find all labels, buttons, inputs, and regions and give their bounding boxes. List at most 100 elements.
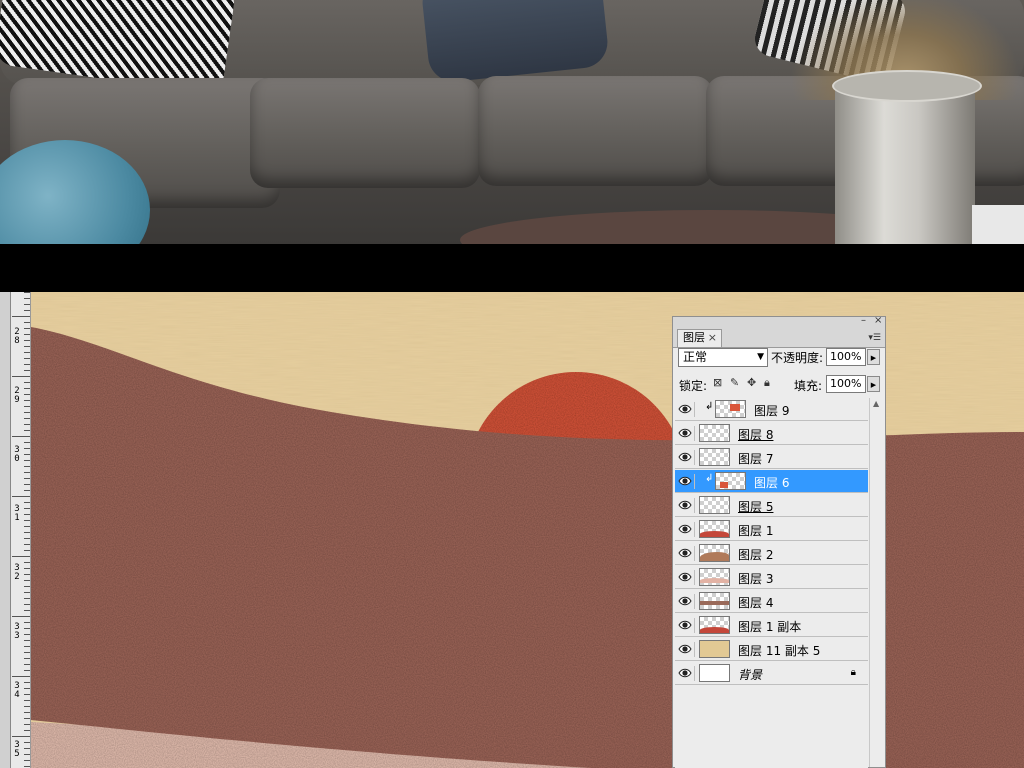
panel-title-bar[interactable]: – × [673, 315, 885, 329]
panel-tab-row: 图层 × ▾☰ [673, 329, 885, 348]
ruler-tick [24, 298, 30, 299]
layer-row[interactable]: 图层 7 [675, 446, 868, 469]
opacity-slider-button[interactable]: ▶ [867, 349, 880, 365]
minimize-button[interactable]: – [861, 315, 866, 326]
ruler-tick [24, 646, 30, 647]
layer-row[interactable]: 图层 1 [675, 518, 868, 541]
lock-move-icon[interactable]: ✥ [747, 376, 756, 389]
blend-mode-select[interactable]: 正常 ▼ [678, 348, 768, 367]
ruler-tick [24, 730, 30, 731]
layer-name[interactable]: 图层 8 [738, 426, 773, 443]
layer-row[interactable]: 图层 4 [675, 590, 868, 613]
layer-name[interactable]: 图层 1 副本 [738, 618, 801, 635]
layer-name[interactable]: 图层 7 [738, 450, 773, 467]
ruler-tick [24, 670, 30, 671]
ruler-tick [24, 430, 30, 431]
ruler-tick [24, 520, 30, 521]
layer-row[interactable]: ↲ 图层 9 [675, 398, 868, 421]
opacity-input[interactable]: 100% [826, 348, 866, 366]
fill-label: 填充: [794, 379, 823, 393]
layer-name[interactable]: 图层 1 [738, 522, 773, 539]
lock-buttons: ⊠ ✎ ✥ 🔒︎ [713, 376, 783, 390]
eye-icon[interactable] [678, 450, 695, 465]
layer-name[interactable]: 背景 [738, 666, 762, 683]
layer-row[interactable]: 图层 3 [675, 566, 868, 589]
ruler-tick [24, 292, 30, 293]
ruler-tick [24, 598, 30, 599]
layer-row[interactable]: 背景 🔒︎ [675, 662, 868, 685]
ruler-tick [24, 352, 30, 353]
layer-name[interactable]: 图层 2 [738, 546, 773, 563]
ruler-major-tick [12, 376, 30, 377]
ruler-tick [24, 742, 30, 743]
eye-icon[interactable] [678, 474, 695, 489]
layer-thumbnail[interactable] [715, 472, 746, 490]
ruler-tick [24, 478, 30, 479]
ruler-tick [24, 658, 30, 659]
sofa-cushion [478, 76, 713, 186]
layer-row[interactable]: 图层 5 [675, 494, 868, 517]
scroll-up-icon[interactable]: ▲ [873, 399, 879, 408]
panel-menu-icon[interactable]: ▾☰ [868, 333, 881, 343]
layer-name[interactable]: 图层 4 [738, 594, 773, 611]
layer-thumbnail[interactable] [699, 448, 730, 466]
layer-row[interactable]: 图层 8 [675, 422, 868, 445]
layer-thumbnail[interactable] [699, 544, 730, 562]
eye-icon[interactable] [678, 522, 695, 537]
ruler-tick [24, 454, 30, 455]
layer-thumbnail[interactable] [715, 400, 746, 418]
eye-icon[interactable] [678, 546, 695, 561]
layer-name[interactable]: 图层 9 [754, 402, 789, 419]
ruler-tick [24, 718, 30, 719]
eye-icon[interactable] [678, 594, 695, 609]
eye-icon[interactable] [678, 402, 695, 417]
eye-icon[interactable] [678, 666, 695, 681]
ruler-digit: 5 [14, 749, 20, 759]
layer-name[interactable]: 图层 3 [738, 570, 773, 587]
chevron-down-icon: ▼ [757, 352, 764, 362]
fill-slider-button[interactable]: ▶ [867, 376, 880, 392]
lock-transparent-icon[interactable]: ⊠ [713, 376, 722, 389]
layer-row[interactable]: 图层 2 [675, 542, 868, 565]
layers-panel: – × 图层 × ▾☰ 正常 ▼ 不透明度: 100% ▶ 锁定: ⊠ ✎ ✥ … [672, 315, 886, 768]
layer-row[interactable]: ↲ 图层 6 [675, 470, 868, 493]
layer-row[interactable]: 图层 11 副本 5 [675, 638, 868, 661]
ruler-tick [24, 340, 30, 341]
eye-icon[interactable] [678, 642, 695, 657]
lock-all-icon[interactable]: 🔒︎ [764, 376, 770, 390]
layer-thumbnail[interactable] [699, 664, 730, 682]
layer-name[interactable]: 图层 6 [754, 474, 789, 491]
eye-icon[interactable] [678, 618, 695, 633]
ruler-label: 35 [13, 741, 21, 759]
tab-layers[interactable]: 图层 × [677, 329, 722, 347]
black-separator [0, 244, 1024, 292]
layer-thumbnail[interactable] [699, 520, 730, 538]
layer-lock-icon: 🔒︎ [850, 667, 856, 678]
ruler-tick [24, 640, 30, 641]
eye-icon[interactable] [678, 426, 695, 441]
layer-name[interactable]: 图层 11 副本 5 [738, 642, 820, 659]
lock-brush-icon[interactable]: ✎ [730, 376, 739, 389]
tab-close-button[interactable]: × [708, 330, 717, 346]
ruler-tick [24, 466, 30, 467]
ruler-tick [24, 688, 30, 689]
layer-thumbnail[interactable] [699, 616, 730, 634]
fill-input[interactable]: 100% [826, 375, 866, 393]
layer-thumbnail[interactable] [699, 640, 730, 658]
layer-thumbnail[interactable] [699, 592, 730, 610]
layer-row[interactable]: 图层 1 副本 [675, 614, 868, 637]
close-panel-button[interactable]: × [874, 315, 882, 326]
eye-icon[interactable] [678, 498, 695, 513]
ruler-digit: 9 [14, 395, 20, 405]
eye-icon[interactable] [678, 570, 695, 585]
layer-name[interactable]: 图层 5 [738, 498, 773, 515]
layer-thumbnail[interactable] [699, 424, 730, 442]
ruler-label: 33 [13, 623, 21, 641]
ruler-tick [24, 502, 30, 503]
ruler-tick [24, 544, 30, 545]
layer-thumbnail[interactable] [699, 496, 730, 514]
layer-thumbnail[interactable] [699, 568, 730, 586]
ruler-tick [24, 700, 30, 701]
ruler-major-tick [12, 436, 30, 437]
layer-list-scrollbar[interactable]: ▲ [869, 398, 884, 767]
